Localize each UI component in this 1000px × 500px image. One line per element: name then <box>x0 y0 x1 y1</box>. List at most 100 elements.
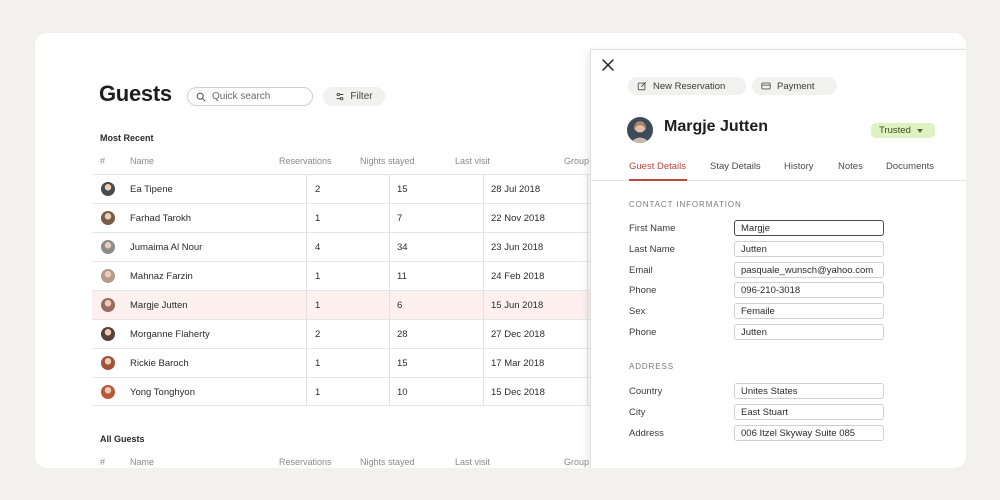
search-icon <box>196 92 206 102</box>
email-field[interactable]: pasquale_wunsch@yahoo.com <box>734 262 884 278</box>
avatar <box>627 117 653 143</box>
column-divider <box>483 204 484 232</box>
table-row[interactable]: Mahnaz Farzin11124 Feb 2018New <box>92 261 632 290</box>
table-row[interactable]: Farhad Tarokh1722 Nov 2018Previ <box>92 203 632 232</box>
column-divider <box>389 378 390 406</box>
table-row[interactable]: Margje Jutten1615 Jun 2018Trust <box>92 290 632 319</box>
col-name: Name <box>130 156 155 166</box>
sex-field[interactable]: Femaile <box>734 303 884 319</box>
column-divider <box>306 320 307 348</box>
cell-nights: 34 <box>397 241 408 253</box>
guests-card: Guests Quick search Filter Most Recent #… <box>35 33 966 468</box>
col-last-visit: Last visit <box>455 156 491 166</box>
tab-guest-details[interactable]: Guest Details <box>629 161 686 172</box>
col-reservations: Reservations <box>279 457 332 467</box>
cell-reservations: 1 <box>315 212 321 224</box>
tab-stay-details[interactable]: Stay Details <box>710 161 761 172</box>
column-divider <box>483 291 484 319</box>
first-name-field[interactable]: Margje <box>734 220 884 236</box>
col-nights: Nights stayed <box>360 457 415 467</box>
new-reservation-label: New Reservation <box>653 80 726 92</box>
edit-icon <box>637 81 647 91</box>
column-divider <box>306 291 307 319</box>
col-number: # <box>100 457 106 467</box>
cell-reservations: 2 <box>315 328 321 340</box>
tab-notes[interactable]: Notes <box>838 161 863 172</box>
chevron-down-icon <box>916 128 923 133</box>
guest-detail-panel: New Reservation Payment Margje Jutten Tr… <box>590 49 966 468</box>
guest-photo <box>627 117 653 143</box>
payment-button[interactable]: Payment <box>752 77 837 95</box>
cell-name: Rickie Baroch <box>130 357 189 369</box>
column-divider <box>306 175 307 203</box>
payment-label: Payment <box>777 80 815 92</box>
cell-nights: 7 <box>397 212 403 224</box>
city-field[interactable]: East Stuart <box>734 404 884 420</box>
column-divider <box>587 349 588 377</box>
column-divider <box>306 262 307 290</box>
filter-icon <box>337 92 344 100</box>
column-divider <box>587 378 588 406</box>
cell-name: Margje Jutten <box>130 299 188 311</box>
avatar <box>101 211 115 225</box>
tab-documents[interactable]: Documents <box>886 161 934 172</box>
cell-nights: 11 <box>397 270 407 282</box>
status-dropdown[interactable]: Trusted <box>871 123 935 138</box>
col-nights: Nights stayed <box>360 156 415 166</box>
label-first-name: First Name <box>629 223 676 234</box>
new-reservation-button[interactable]: New Reservation <box>628 77 746 95</box>
table-row[interactable]: Ea Tipene21528 Jul 2018Trust <box>92 174 632 203</box>
cell-name: Morganne Flaherty <box>130 328 210 340</box>
avatar <box>101 327 115 341</box>
cell-nights: 28 <box>397 328 408 340</box>
label-country: Country <box>629 386 663 397</box>
cell-name: Mahnaz Farzin <box>130 270 193 282</box>
cell-last-visit: 27 Dec 2018 <box>491 328 545 340</box>
column-divider <box>389 349 390 377</box>
table-row[interactable]: Morganne Flaherty22827 Dec 2018New <box>92 319 632 348</box>
cell-name: Yong Tonghyon <box>130 386 195 398</box>
last-name-field[interactable]: Jutten <box>734 241 884 257</box>
column-divider <box>389 262 390 290</box>
column-divider <box>483 320 484 348</box>
table-row[interactable]: Jumaima Al Nour43423 Jun 2018Trust <box>92 232 632 261</box>
country-field[interactable]: Unites States <box>734 383 884 399</box>
column-divider <box>306 378 307 406</box>
active-tab-indicator <box>629 179 687 181</box>
cell-nights: 6 <box>397 299 403 311</box>
column-divider <box>587 204 588 232</box>
cell-last-visit: 24 Feb 2018 <box>491 270 545 282</box>
table-row[interactable]: Rickie Baroch11517 Mar 2018New <box>92 348 632 377</box>
close-icon[interactable] <box>601 58 615 72</box>
contact-heading: CONTACT INFORMATION <box>629 200 742 209</box>
column-divider <box>587 262 588 290</box>
col-name: Name <box>130 457 155 467</box>
col-number: # <box>100 156 106 166</box>
cell-last-visit: 15 Dec 2018 <box>491 386 545 398</box>
cell-reservations: 1 <box>315 299 321 311</box>
page-title: Guests <box>99 81 172 106</box>
col-last-visit: Last visit <box>455 457 491 467</box>
tab-history[interactable]: History <box>784 161 814 172</box>
label-address: Address <box>629 428 664 439</box>
avatar <box>101 356 115 370</box>
filter-button[interactable]: Filter <box>323 87 385 106</box>
phone-field[interactable]: 096-210-3018 <box>734 282 884 298</box>
address-field[interactable]: 006 Itzel Skyway Suite 085 <box>734 425 884 441</box>
cell-last-visit: 15 Jun 2018 <box>491 299 544 311</box>
column-divider <box>483 262 484 290</box>
table-row[interactable]: Yong Tonghyon11015 Dec 2018Trust <box>92 377 632 406</box>
phone-field-2[interactable]: Jutten <box>734 324 884 340</box>
column-divider <box>587 320 588 348</box>
credit-card-icon <box>761 82 771 90</box>
search-placeholder: Quick search <box>212 91 271 102</box>
detail-tabs: Guest Details Stay Details History Notes… <box>591 153 966 181</box>
search-input[interactable]: Quick search <box>187 87 313 106</box>
cell-reservations: 2 <box>315 183 321 195</box>
label-city: City <box>629 407 646 418</box>
label-email: Email <box>629 265 653 276</box>
label-last-name: Last Name <box>629 244 675 255</box>
column-divider <box>306 349 307 377</box>
label-phone: Phone <box>629 285 657 296</box>
col-group: Group <box>564 156 590 166</box>
